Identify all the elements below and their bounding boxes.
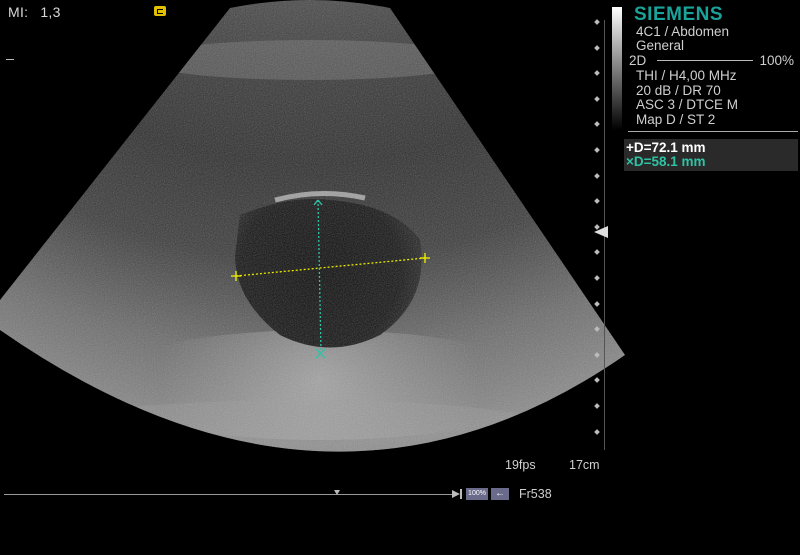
mi-label: MI:	[8, 4, 29, 20]
mechanical-index: MI: 1,3	[8, 4, 61, 20]
param-gain: 20 dB / DR 70	[636, 83, 721, 98]
back-arrow-icon[interactable]: ←	[491, 488, 509, 500]
mode-label: 2D	[629, 53, 647, 68]
mode-row: 2D 100%	[629, 53, 794, 68]
depth-value: 17cm	[569, 458, 600, 472]
grayscale-bar	[612, 7, 622, 130]
preset-label: General	[636, 38, 685, 53]
cine-play-icon[interactable]	[452, 490, 460, 498]
measurement-2: ×D=58.1 mm	[626, 154, 706, 169]
frame-rate: 19fps	[505, 458, 536, 472]
cine-timeline[interactable]	[4, 494, 452, 495]
gel-icon	[154, 6, 166, 16]
param-map: Map D / ST 2	[636, 112, 716, 127]
cine-marker[interactable]	[334, 490, 340, 495]
panel-divider	[628, 131, 798, 132]
power-value: 100%	[759, 53, 794, 68]
frame-number: Fr538	[519, 487, 552, 501]
depth-tick	[6, 59, 14, 60]
param-asc: ASC 3 / DTCE M	[636, 97, 739, 112]
transducer-label: 4C1 / Abdomen	[636, 24, 730, 39]
zoom-button[interactable]: 100%	[466, 488, 488, 500]
focus-arrow-icon[interactable]	[594, 226, 608, 238]
power-line	[657, 60, 753, 61]
brand-logo: SIEMENS	[634, 4, 724, 25]
measurement-1: +D=72.1 mm	[626, 140, 706, 155]
mi-value: 1,3	[40, 4, 61, 20]
cine-end	[460, 489, 462, 499]
param-harmonics: THI / H4,00 MHz	[636, 68, 737, 83]
